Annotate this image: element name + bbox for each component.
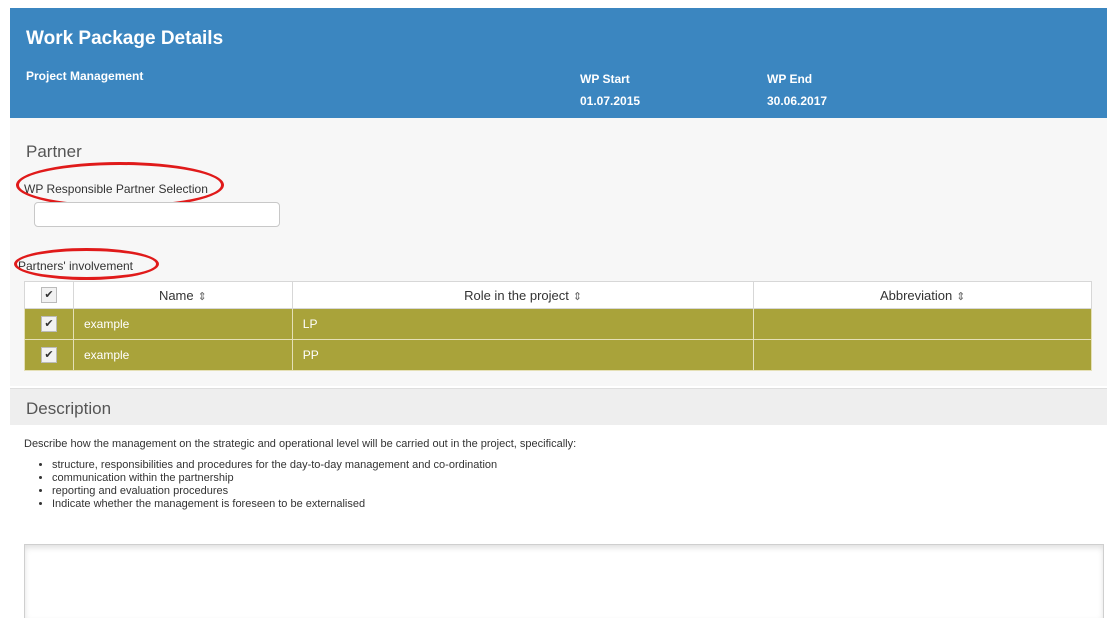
partner-abbreviation-cell: [753, 339, 1092, 371]
list-item: reporting and evaluation procedures: [52, 485, 497, 498]
sort-icon[interactable]: ⇕: [573, 291, 582, 303]
column-header-name[interactable]: Name ⇕: [73, 281, 293, 309]
responsible-partner-label: WP Responsible Partner Selection: [24, 182, 208, 196]
list-item: communication within the partnership: [52, 472, 497, 485]
wp-start-label: WP Start: [580, 72, 630, 86]
partner-abbreviation-cell: [753, 308, 1092, 340]
responsible-partner-input[interactable]: [34, 202, 280, 227]
wp-end-value: 30.06.2017: [767, 94, 828, 108]
column-header-abbreviation[interactable]: Abbreviation ⇕: [753, 281, 1092, 309]
partners-table: ✔ Name ⇕ Role in the project ⇕ Abbreviatio…: [24, 281, 1092, 371]
partner-name-cell: example: [73, 308, 293, 340]
description-bullet-list: structure, responsibilities and procedur…: [34, 459, 497, 511]
partners-involvement-label: Partners' involvement: [18, 259, 134, 273]
work-package-name: Project Management: [26, 69, 144, 83]
column-name-label: Name: [158, 287, 194, 303]
row-checkbox[interactable]: ✔: [41, 316, 57, 332]
select-all-cell[interactable]: ✔: [24, 281, 74, 309]
partner-role-cell: PP: [291, 339, 755, 371]
description-editor[interactable]: [24, 544, 1104, 618]
table-row[interactable]: ✔ example LP: [24, 308, 1092, 340]
description-section-header: Description: [10, 388, 1107, 425]
wp-end-label: WP End: [767, 72, 813, 86]
row-checkbox[interactable]: ✔: [41, 347, 57, 363]
list-item: structure, responsibilities and procedur…: [52, 459, 497, 472]
description-intro: Describe how the management on the strat…: [24, 438, 577, 450]
partner-role-cell: LP: [291, 308, 755, 340]
sort-icon[interactable]: ⇕: [198, 291, 207, 303]
sort-icon[interactable]: ⇕: [956, 291, 965, 303]
row-select-cell[interactable]: ✔: [24, 308, 74, 340]
column-role-label: Role in the project: [464, 287, 569, 303]
list-item: Indicate whether the management is fores…: [52, 498, 497, 511]
partner-section-title: Partner: [26, 142, 82, 161]
select-all-checkbox[interactable]: ✔: [41, 287, 57, 304]
column-header-role[interactable]: Role in the project ⇕: [291, 281, 755, 309]
table-row[interactable]: ✔ example PP: [24, 339, 1092, 371]
partner-section: Partner WP Responsible Partner Selection…: [10, 118, 1107, 386]
wp-start-value: 01.07.2015: [580, 94, 641, 108]
description-section-title: Description: [26, 399, 112, 418]
column-abbreviation-label: Abbreviation: [879, 287, 953, 303]
row-select-cell[interactable]: ✔: [24, 339, 74, 371]
partner-name-cell: example: [73, 339, 293, 371]
work-package-header: Work Package Details Project Management …: [10, 8, 1107, 118]
page-title: Work Package Details: [26, 28, 224, 49]
table-header-row: ✔ Name ⇕ Role in the project ⇕ Abbreviatio…: [24, 281, 1092, 309]
